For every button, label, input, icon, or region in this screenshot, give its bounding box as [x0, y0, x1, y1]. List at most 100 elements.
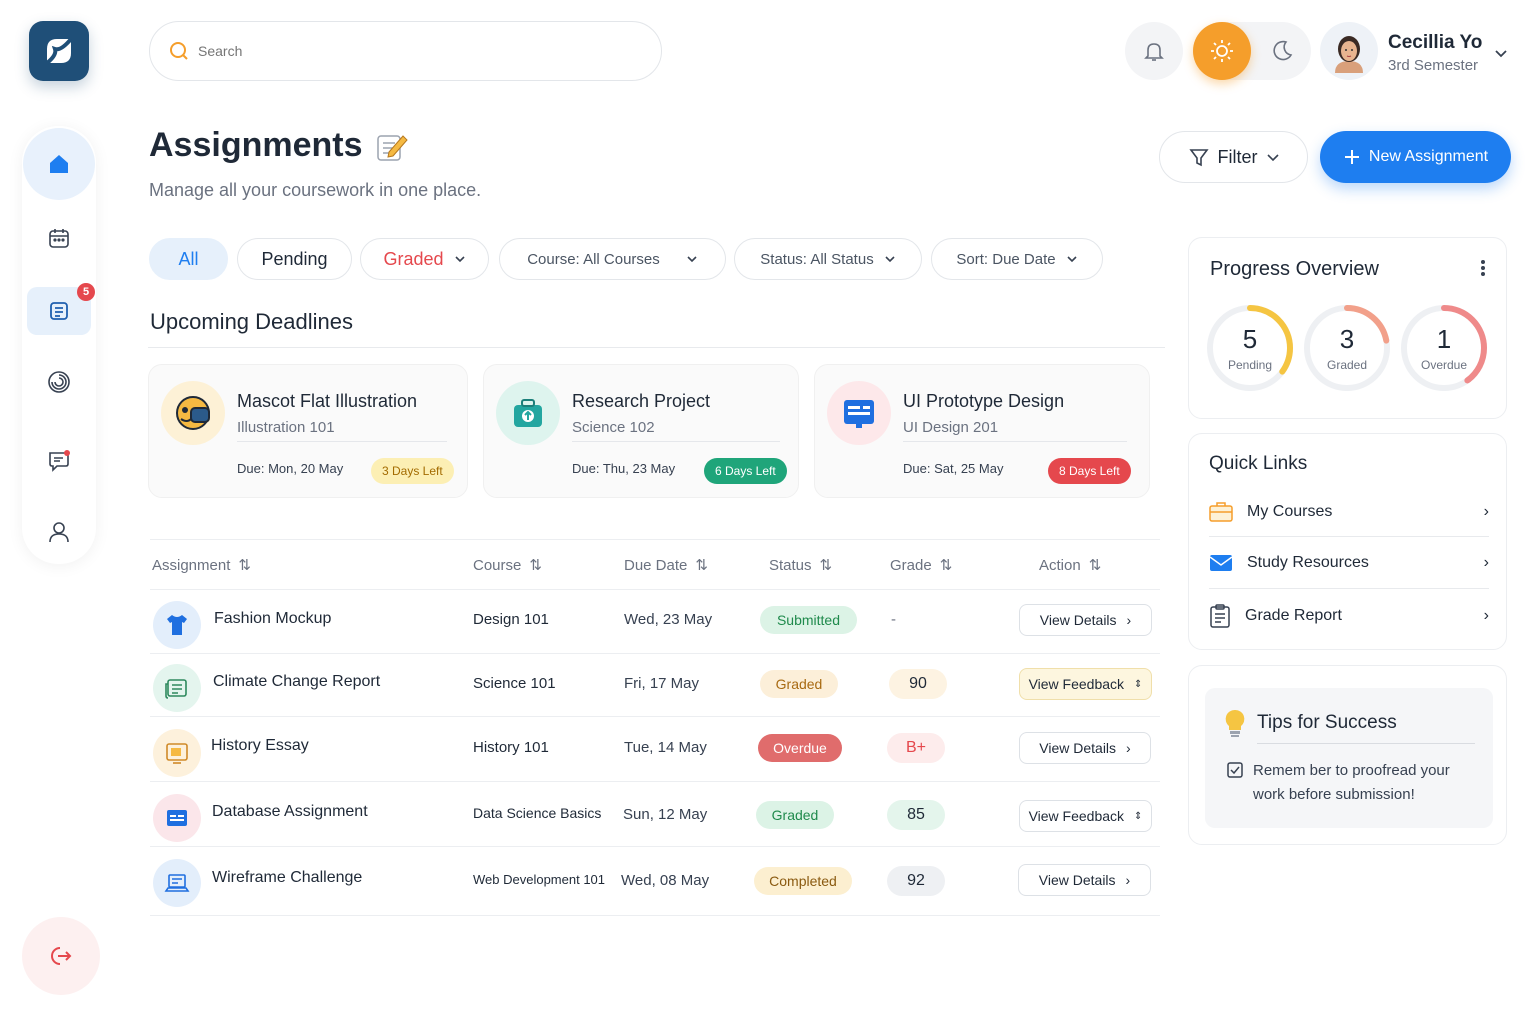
sort-select[interactable]: Sort: Due Date [931, 238, 1103, 280]
theme-toggle[interactable] [1193, 22, 1311, 80]
sidebar-item-progress[interactable] [39, 362, 79, 402]
research-kit-icon [514, 399, 542, 427]
progress-ring-pending: 5 Pending [1204, 302, 1296, 394]
card-divider [903, 441, 1127, 442]
course-cell: Data Science Basics [473, 805, 602, 821]
chevron-right-icon: › [1125, 872, 1131, 888]
row-divider [150, 915, 1160, 916]
assignment-name[interactable]: History Essay [211, 737, 309, 755]
user-menu[interactable]: Cecillia Yo 3rd Semester [1320, 22, 1520, 82]
tab-all-label: All [178, 248, 199, 269]
checkbox-icon[interactable] [1227, 762, 1243, 778]
view-feedback-button[interactable]: View Feedback ⇕ [1019, 800, 1152, 832]
col-header-grade[interactable]: Grade ⇅ [890, 556, 953, 575]
wireframe-laptop-icon [164, 874, 190, 892]
view-details-button[interactable]: View Details › [1019, 604, 1152, 636]
card-divider [572, 441, 780, 442]
col-header-label: Assignment [152, 556, 231, 574]
plus-icon [1344, 150, 1359, 164]
quick-link-label: Grade Report [1245, 607, 1342, 624]
action-label: View Details [1038, 872, 1116, 888]
progress-title: Progress Overview [1210, 258, 1379, 280]
new-assignment-button[interactable]: New Assignment [1320, 131, 1511, 183]
row-divider [150, 846, 1160, 847]
action-label: View Details [1039, 612, 1117, 628]
progress-label: Graded [1326, 358, 1368, 372]
deadline-card[interactable]: Mascot Flat Illustration Illustration 10… [148, 364, 468, 498]
status-select[interactable]: Status: All Status [734, 238, 922, 280]
deadline-card[interactable]: UI Prototype Design UI Design 201 Due: S… [814, 364, 1150, 498]
assignment-name[interactable]: Climate Change Report [213, 673, 380, 691]
due-label: Due: [572, 461, 600, 476]
ui-prototype-icon [844, 400, 874, 428]
status-select-label: Status: All Status [760, 251, 873, 268]
chevron-right-icon: › [1126, 612, 1132, 628]
tips-card: Tips for Success Remem ber to proofread … [1205, 688, 1493, 828]
sidebar-item-assignments[interactable]: 5 [27, 283, 95, 335]
assignment-name[interactable]: Database Assignment [212, 803, 368, 821]
grade-badge: 85 [887, 800, 945, 830]
sidebar-item-messages[interactable] [39, 440, 79, 480]
sort-icon: ⇅ [939, 557, 953, 574]
sidebar-item-calendar[interactable] [39, 218, 79, 258]
progress-value: 3 [1339, 324, 1355, 354]
col-header-action[interactable]: Action ⇅ [1039, 556, 1101, 575]
chevron-down-icon [687, 256, 697, 263]
quick-link-grade-report[interactable]: Grade Report › [1209, 591, 1489, 641]
col-header-label: Due Date [624, 556, 688, 574]
view-feedback-button[interactable]: View Feedback ⇕ [1019, 668, 1152, 700]
progress-ring-graded: 3 Graded [1301, 302, 1393, 394]
light-mode-button[interactable] [1193, 22, 1251, 80]
lightbulb-icon [1225, 709, 1245, 737]
col-header-assignment[interactable]: Assignment ⇅ [152, 556, 251, 575]
row-icon [153, 729, 201, 777]
sidebar-item-profile[interactable] [39, 512, 79, 552]
sidebar-item-home[interactable] [23, 128, 95, 200]
tab-graded[interactable]: Graded [360, 238, 489, 280]
assignment-name[interactable]: Wireframe Challenge [212, 869, 362, 887]
tab-pending[interactable]: Pending [237, 238, 352, 280]
course-select-label: Course: All Courses [527, 251, 660, 268]
chevron-down-icon [885, 256, 895, 263]
tab-pending-label: Pending [261, 248, 328, 269]
days-left-badge: 8 Days Left [1048, 458, 1131, 484]
course-cell: Design 101 [473, 611, 549, 628]
assignment-name[interactable]: Fashion Mockup [214, 610, 331, 628]
dark-mode-button[interactable] [1253, 22, 1311, 80]
days-left-badge: 6 Days Left [704, 458, 787, 484]
quick-link-my-courses[interactable]: My Courses › [1209, 487, 1489, 537]
deadline-due: Due: Thu, 23 May [572, 461, 675, 476]
chevron-down-icon [1067, 256, 1077, 263]
view-details-button[interactable]: View Details › [1018, 864, 1151, 896]
deadline-card-icon [496, 381, 560, 445]
chat-icon [49, 450, 70, 472]
row-divider [150, 716, 1160, 717]
tips-title: Tips for Success [1257, 712, 1397, 733]
clipboard-icon [1210, 604, 1230, 628]
filter-button[interactable]: Filter [1159, 131, 1308, 183]
col-header-label: Action [1039, 556, 1081, 574]
view-details-button[interactable]: View Details › [1019, 732, 1151, 764]
app-logo[interactable] [29, 21, 89, 81]
sort-prefix: Sort: [956, 250, 989, 268]
funnel-icon [1188, 149, 1209, 167]
col-header-course[interactable]: Course ⇅ [473, 556, 542, 575]
deadline-card-icon [827, 381, 891, 445]
course-select[interactable]: Course: All Courses [499, 238, 726, 280]
col-header-status[interactable]: Status ⇅ [769, 556, 832, 575]
course-prefix: Course: [527, 250, 580, 268]
tab-all[interactable]: All [149, 238, 228, 280]
col-header-due-date[interactable]: Due Date ⇅ [624, 556, 708, 575]
quick-link-study-resources[interactable]: Study Resources › [1209, 538, 1489, 588]
more-options-icon[interactable] [1479, 258, 1487, 278]
logout-button[interactable] [22, 917, 100, 995]
search-input[interactable] [198, 43, 618, 59]
deadline-card[interactable]: Research Project Science 102 Due: Thu, 2… [483, 364, 799, 498]
user-semester: 3rd Semester [1388, 57, 1479, 74]
search-bar[interactable] [149, 21, 662, 81]
deadline-card-icon [161, 381, 225, 445]
notifications-button[interactable] [1125, 22, 1183, 80]
progress-value: 5 [1242, 324, 1258, 354]
notepad-pencil-icon [376, 134, 408, 161]
user-name: Cecillia Yo [1388, 32, 1483, 53]
